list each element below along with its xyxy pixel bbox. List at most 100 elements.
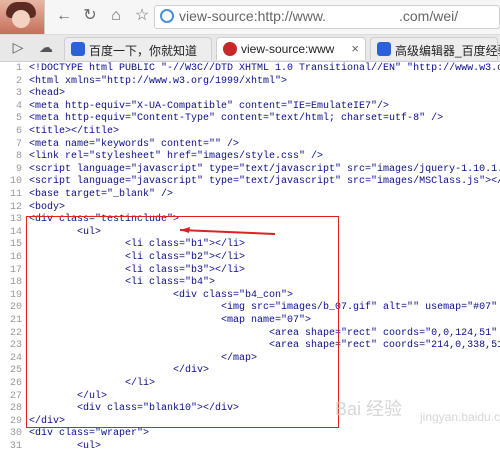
source-line: 4 <meta http-equiv="X-UA-Compatible" cont… [0, 100, 500, 113]
source-line: 10 <script language="javascript" type="te… [0, 175, 500, 188]
watermark-logo: Bai 经验 [335, 399, 403, 419]
annotation-arrow [179, 227, 276, 235]
source-line: 8 <link rel="stylesheet" href="images/sty… [0, 150, 500, 163]
sidebar-toggle-icon[interactable]: ▷ [10, 39, 26, 55]
line-number: 23 [9, 340, 22, 352]
tab-baidu-jingyan[interactable]: 高级编辑器_百度经验 [370, 37, 500, 60]
source-line: 2 <html xmlns="http://www.w3.org/1999/xht… [0, 75, 500, 88]
line-number: 1 [15, 63, 22, 74]
line-code: <div class="wraper"> [29, 428, 150, 440]
line-code: <area shape="rect" coords="214,0,338,51" [29, 340, 500, 352]
line-code: </div> [29, 415, 66, 427]
view-source-content: 1 <!DOCTYPE html PUBLIC "-//W3C//DTD XHTM… [0, 62, 500, 453]
address-url-suffix: .com/wei/ [399, 8, 459, 24]
line-number: 26 [9, 378, 22, 389]
tab-view-source[interactable]: view-source:www × [216, 37, 366, 60]
browser-toolbar: ← ↻ ⌂ ☆ view-source:http://www. .com/wei… [0, 0, 500, 35]
avatar-face [12, 10, 30, 28]
source-line: 7 <meta name="keywords" content="" /> [0, 138, 500, 151]
cloud-icon[interactable]: ☁ [38, 39, 54, 55]
source-line: 25 </div> [0, 364, 500, 377]
line-code: <meta name="keywords" content="" /> [29, 138, 240, 150]
refresh-icon[interactable]: ↻ [80, 6, 100, 26]
source-line: 31 <ul> [0, 440, 500, 453]
line-code: <body> [29, 201, 66, 213]
line-code: <title></title> [29, 126, 120, 137]
line-number: 7 [15, 138, 22, 150]
line-number: 19 [9, 289, 22, 301]
line-code: <script language="javascript" type="text… [29, 176, 500, 188]
page-source-icon [223, 42, 237, 56]
line-number: 10 [9, 176, 22, 188]
source-line: 26 </li> [0, 377, 500, 390]
line-code: </div> [29, 365, 210, 377]
line-code: <ul> [29, 441, 102, 452]
line-number: 22 [9, 327, 22, 339]
back-icon[interactable]: ← [54, 6, 74, 26]
line-code: <img src="images/b_07.gif" alt="" usemap… [29, 302, 500, 314]
source-line: 22 <area shape="rect" coords="0,0,124,51… [0, 327, 500, 340]
line-number: 30 [9, 428, 22, 440]
line-code: <script language="javascript" type="text… [29, 163, 500, 175]
line-code: <area shape="rect" coords="0,0,124,51" H [29, 327, 500, 339]
line-code: <div class="blank10"></div> [29, 403, 240, 415]
source-line: 13 <div class="testinclude"> [0, 213, 500, 226]
tab-baidu[interactable]: 百度一下，你就知道 [64, 37, 212, 60]
home-icon[interactable]: ⌂ [106, 6, 126, 26]
tab-title: view-source:www [241, 42, 335, 56]
source-line: 30 <div class="wraper"> [0, 427, 500, 440]
line-number: 5 [15, 113, 22, 125]
line-number: 16 [9, 252, 22, 263]
line-code: <li class="b4"> [29, 277, 216, 289]
line-code: <meta http-equiv="X-UA-Compatible" conte… [29, 100, 390, 112]
line-code: <div class="testinclude"> [29, 214, 180, 226]
line-number: 17 [9, 264, 22, 276]
baidu-paw-icon [377, 42, 391, 56]
line-number: 8 [15, 151, 22, 163]
source-line: 12 <body> [0, 201, 500, 214]
line-code: </li> [29, 378, 156, 389]
line-code: <!DOCTYPE html PUBLIC "-//W3C//DTD XHTML… [29, 63, 500, 74]
line-number: 18 [9, 277, 22, 289]
source-line: 20 <img src="images/b_07.gif" alt="" use… [0, 301, 500, 314]
source-line: 18 <li class="b4"> [0, 276, 500, 289]
source-line: 6 <title></title> [0, 125, 500, 138]
source-line: 27 </ul> [0, 390, 500, 403]
source-line: 17 <li class="b3"></li> [0, 264, 500, 277]
watermark-url: jingyan.baidu.com [420, 410, 500, 424]
line-code: <html xmlns="http://www.w3.org/1999/xhtm… [29, 75, 288, 87]
line-number: 27 [9, 390, 22, 402]
line-number: 11 [9, 189, 22, 200]
line-number: 28 [9, 403, 22, 415]
line-number: 4 [15, 100, 22, 112]
close-tab-icon[interactable]: × [351, 41, 359, 56]
tab-title: 高级编辑器_百度经验 [395, 44, 500, 58]
address-bar[interactable]: view-source:http://www. .com/wei/ [154, 5, 500, 29]
line-number: 2 [15, 75, 22, 87]
source-line: 21 <map name="07"> [0, 314, 500, 327]
line-code: </map> [29, 352, 258, 364]
line-number: 3 [15, 88, 22, 100]
line-code: <base target="_blank" /> [29, 189, 174, 200]
line-code: <div class="b4_con"> [29, 289, 294, 301]
tab-strip: ▷ ☁ 百度一下，你就知道 view-source:www × 高级编辑器_百度… [0, 35, 500, 62]
line-number: 6 [15, 126, 22, 137]
line-number: 12 [9, 201, 22, 213]
line-number: 14 [9, 226, 22, 238]
line-number: 15 [9, 239, 22, 251]
line-number: 29 [9, 415, 22, 427]
line-number: 21 [9, 315, 22, 326]
line-code: <li class="b3"></li> [29, 264, 246, 276]
line-code: <link rel="stylesheet" href="images/styl… [29, 151, 324, 163]
source-line: 15 <li class="b1"></li> [0, 238, 500, 251]
source-line: 1 <!DOCTYPE html PUBLIC "-//W3C//DTD XHTM… [0, 62, 500, 75]
profile-avatar[interactable] [0, 0, 45, 34]
bookmark-star-icon[interactable]: ☆ [132, 6, 152, 26]
source-line: 16 <li class="b2"></li> [0, 251, 500, 264]
baidu-paw-icon [71, 42, 85, 56]
source-line: 3 <head> [0, 87, 500, 100]
line-code: <map name="07"> [29, 315, 312, 326]
line-number: 25 [9, 365, 22, 377]
line-number: 24 [9, 352, 22, 364]
line-number: 20 [9, 302, 22, 314]
